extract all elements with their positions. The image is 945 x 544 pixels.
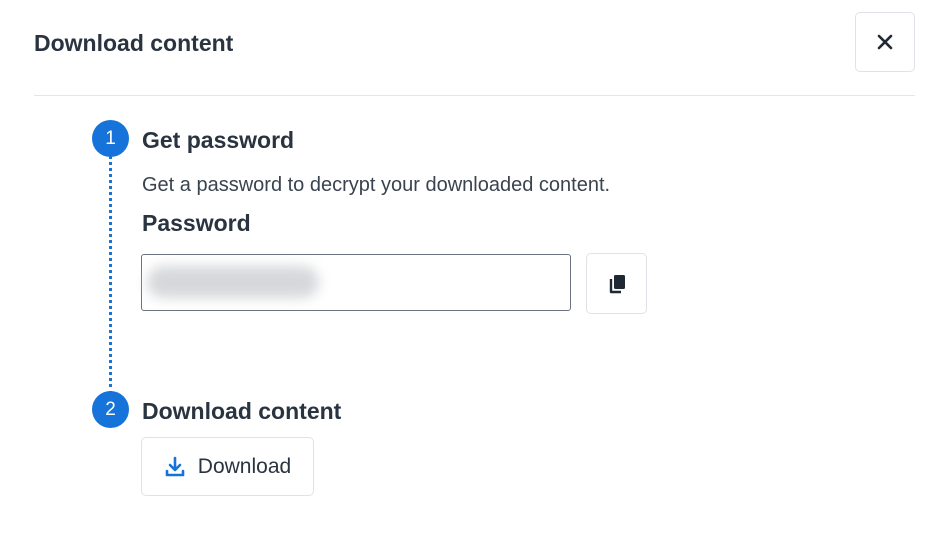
dialog-header: Download content <box>34 0 915 96</box>
step-title-get-password: Get password <box>142 127 295 153</box>
close-button[interactable] <box>855 12 915 72</box>
copy-icon <box>609 274 625 293</box>
download-button[interactable]: Download <box>141 437 314 496</box>
download-icon <box>165 456 185 476</box>
step-title-download-content: Download content <box>142 398 342 424</box>
download-button-label: Download <box>197 454 292 478</box>
password-label: Password <box>142 210 251 236</box>
password-field[interactable] <box>141 254 571 311</box>
copy-password-button[interactable] <box>586 253 647 314</box>
download-dialog: Download content 1 Get password Get a pa… <box>0 0 945 544</box>
step-number-1: 1 <box>92 120 129 157</box>
step-description: Get a password to decrypt your downloade… <box>142 174 611 196</box>
step-number-2: 2 <box>92 391 129 428</box>
step-connector <box>109 155 112 395</box>
dialog-title: Download content <box>34 30 234 56</box>
close-icon <box>877 34 893 50</box>
